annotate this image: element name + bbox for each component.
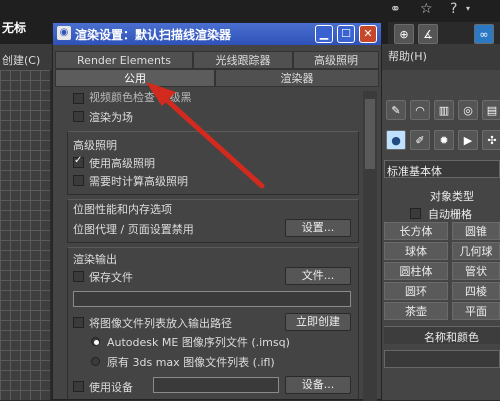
red-arrow-shaft bbox=[157, 91, 265, 189]
annotation-arrow-overlay bbox=[146, 82, 265, 189]
